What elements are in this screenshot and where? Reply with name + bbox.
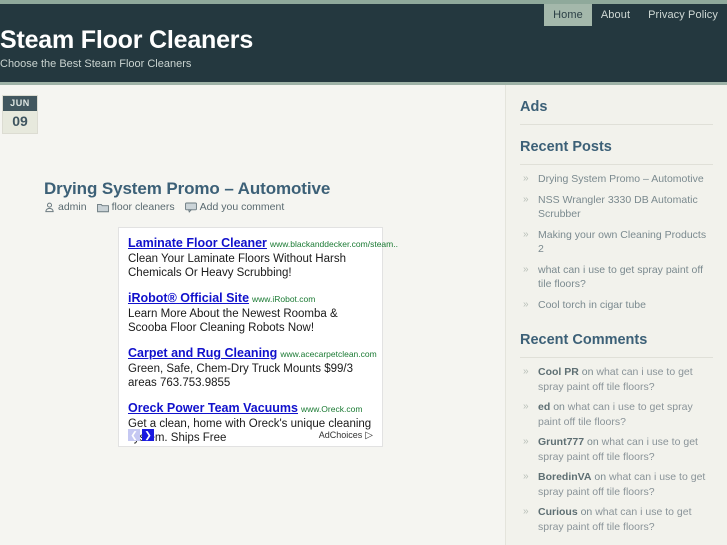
comment-on-word: on	[580, 506, 593, 518]
ad-title-link[interactable]: Oreck Power Team Vacuums	[128, 401, 298, 415]
list-item[interactable]: » ed on what can i use to get spray paint…	[520, 400, 713, 435]
ad-title-link[interactable]: Carpet and Rug Cleaning	[128, 346, 277, 360]
post-meta-floor-cleaners[interactable]: floor cleaners	[96, 201, 175, 213]
ad-unit[interactable]: Laminate Floor Cleaner www.blackanddecker…	[128, 234, 398, 280]
list-item[interactable]: » Making your own Cleaning Products 2	[520, 228, 713, 263]
ad-display-url: www.iRobot.com	[252, 294, 316, 304]
folder-icon	[96, 202, 109, 213]
ad-display-url: www.blackanddecker.com/steam..	[269, 239, 398, 249]
post-meta-label: floor cleaners	[111, 201, 175, 213]
comment-author: BoredinVA	[538, 471, 592, 483]
recent-post-link[interactable]: Cool torch in cigar tube	[538, 299, 646, 311]
ad-pager[interactable]: ❮ ❯	[128, 429, 156, 441]
recent-post-link[interactable]: what can i use to get spray paint off ti…	[538, 264, 703, 291]
list-item[interactable]: » Grunt777 on what can i use to get spray…	[520, 435, 713, 470]
post-meta-label: Add you comment	[199, 201, 285, 213]
post-meta-add-you-comment[interactable]: Add you comment	[184, 201, 285, 213]
ad-unit-list: Laminate Floor Cleaner www.blackanddecker…	[128, 234, 398, 445]
widget-list: » Cool PR on what can i use to get spray …	[520, 365, 713, 540]
ad-prev-arrow-icon[interactable]: ❮	[128, 429, 140, 441]
ad-display-url: www.Oreck.com	[301, 404, 363, 414]
chevron-double-right-icon: »	[523, 471, 529, 482]
list-item[interactable]: » BoredinVA on what can i use to get spra…	[520, 470, 713, 505]
chevron-double-right-icon: »	[523, 263, 529, 275]
adchoices-link[interactable]: AdChoices ▷	[319, 430, 373, 441]
post-meta-admin[interactable]: admin	[44, 201, 87, 213]
ad-description: Green, Safe, Chem-Dry Truck Mounts $99/3…	[128, 363, 353, 389]
page-body: JUN 09 Drying System Promo – Automotive …	[0, 85, 727, 545]
list-item[interactable]: » what can i use to get spray paint off t…	[520, 263, 713, 298]
ad-title-link[interactable]: Laminate Floor Cleaner	[128, 236, 267, 250]
comment-on-word: on	[587, 436, 599, 448]
ad-unit[interactable]: Carpet and Rug Cleaning www.acecarpetclea…	[128, 344, 377, 390]
ad-footer: ❮ ❯ AdChoices ▷	[128, 429, 373, 441]
ad-headline-row: Oreck Power Team Vacuums www.Oreck.com	[128, 399, 373, 417]
chevron-double-right-icon: »	[523, 436, 529, 447]
site-tagline: Choose the Best Steam Floor Cleaners	[0, 58, 192, 70]
ad-description: Clean Your Laminate Floors Without Harsh…	[128, 253, 346, 279]
post-meta-label: admin	[58, 201, 87, 213]
adchoices-label: AdChoices	[318, 430, 363, 440]
widget-title: Recent Comments	[520, 318, 713, 358]
comment-author: Grunt777	[538, 436, 585, 448]
widget-list: » Drying System Promo – Automotive » NSS Wr…	[520, 172, 713, 318]
nav-item-about[interactable]: About	[592, 4, 639, 26]
site-header: Home About Privacy Policy Steam Floor Clea…	[0, 0, 727, 85]
ad-headline-row: Carpet and Rug Cleaning www.acecarpetclea…	[128, 344, 377, 362]
adchoices-icon: ▷	[365, 429, 373, 441]
ad-headline-row: Laminate Floor Cleaner www.blackanddecker…	[128, 234, 398, 252]
post-meta: admin floor cleaners Add you comment	[44, 201, 294, 213]
sidebar: Ads Recent Posts » Drying System Promo – Au…	[505, 85, 727, 545]
list-item[interactable]: » Drying System Promo – Automotive	[520, 172, 713, 193]
ad-next-arrow-icon[interactable]: ❯	[142, 429, 154, 441]
ad-title-link[interactable]: iRobot® Official Site	[128, 291, 249, 305]
nav-item-home[interactable]: Home	[544, 4, 592, 26]
chevron-double-right-icon: »	[523, 366, 529, 377]
post-date-badge: JUN 09	[2, 95, 38, 134]
post-title[interactable]: Drying System Promo – Automotive	[44, 179, 330, 199]
recent-post-link[interactable]: NSS Wrangler 3330 DB Automatic Scrubber	[538, 194, 698, 221]
comment-author: ed	[538, 401, 551, 413]
comment-author: Curious	[538, 506, 578, 518]
widget-title: Ads	[520, 85, 713, 125]
post-date-month: JUN	[3, 96, 37, 111]
main-content-column: JUN 09 Drying System Promo – Automotive …	[0, 85, 505, 545]
comment-on-word: on	[594, 471, 607, 483]
chevron-double-right-icon: »	[523, 401, 529, 412]
chevron-double-right-icon: »	[523, 506, 529, 517]
chevron-double-right-icon: »	[523, 228, 529, 240]
list-item[interactable]: » NSS Wrangler 3330 DB Automatic Scrubber	[520, 193, 713, 228]
ad-description: Learn More About the Newest Roomba & Sco…	[128, 308, 338, 334]
list-item[interactable]: » Cool torch in cigar tube	[520, 298, 713, 319]
recent-post-link[interactable]: Making your own Cleaning Products 2	[538, 229, 706, 256]
list-item[interactable]: » Curious on what can i use to get spray …	[520, 505, 713, 540]
list-item[interactable]: » Cool PR on what can i use to get spray …	[520, 365, 713, 400]
comment-author: Cool PR	[538, 366, 579, 378]
ad-headline-row: iRobot® Official Site www.iRobot.com	[128, 289, 373, 307]
sidebar-widget-ads: Ads	[506, 85, 727, 125]
ad-unit[interactable]: iRobot® Official Site www.iRobot.com Learn…	[128, 289, 373, 335]
recent-post-link[interactable]: Drying System Promo – Automotive	[538, 173, 704, 185]
user-icon	[44, 202, 55, 213]
post-date-day: 09	[12, 113, 28, 129]
sidebar-widget-recent-comments: Recent Comments» Cool PR on what can i us…	[506, 318, 727, 540]
chevron-double-right-icon: »	[523, 173, 529, 184]
comment-on-word: on	[581, 366, 594, 378]
chevron-double-right-icon: »	[523, 298, 529, 310]
primary-navigation[interactable]: Home About Privacy Policy	[544, 4, 727, 26]
advertisement-block: Laminate Floor Cleaner www.blackanddecker…	[118, 227, 398, 447]
sidebar-widget-recent-posts: Recent Posts » Drying System Promo – Autom…	[506, 125, 727, 318]
ad-display-url: www.acecarpetclean.com	[280, 349, 377, 359]
chevron-double-right-icon: »	[523, 193, 529, 205]
comment-on-word: on	[553, 401, 565, 413]
nav-item-privacy-policy[interactable]: Privacy Policy	[639, 4, 727, 26]
site-title: Steam Floor Cleaners	[0, 26, 254, 54]
comment-icon	[184, 202, 197, 213]
widget-title: Recent Posts	[520, 125, 713, 165]
